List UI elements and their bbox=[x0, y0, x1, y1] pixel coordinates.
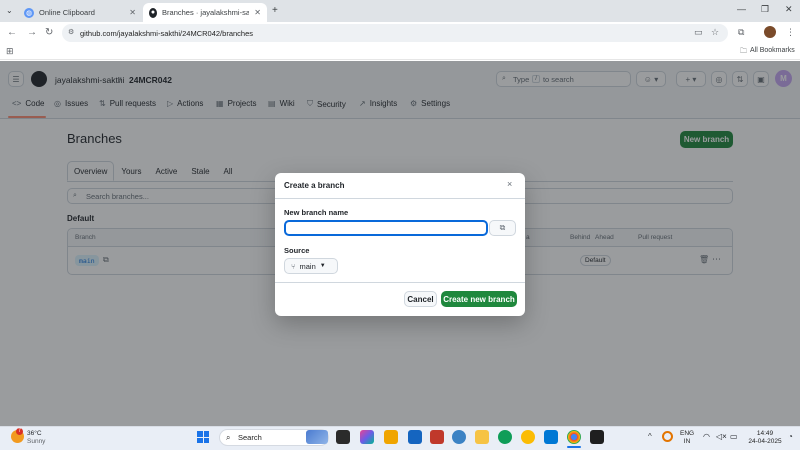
clock-time: 14:49 bbox=[756, 430, 774, 437]
mcafee-app-icon[interactable] bbox=[430, 430, 444, 444]
all-bookmarks-label: All Bookmarks bbox=[750, 47, 795, 54]
tab-title: Branches · jayalakshmi-sakthi/2· bbox=[162, 8, 250, 17]
notification-badge: 7 bbox=[16, 428, 23, 435]
mysql-app-icon[interactable] bbox=[408, 430, 422, 444]
bookmark-star-icon[interactable]: ☆ bbox=[711, 27, 719, 38]
copy-name-button[interactable]: ⧉ bbox=[489, 220, 516, 236]
site-info-icon[interactable]: ⚙ bbox=[68, 28, 74, 36]
create-new-branch-button[interactable]: Create new branch bbox=[441, 291, 517, 307]
browser-tab-online-clipboard[interactable]: ◍ Online Clipboard ✕ bbox=[18, 3, 142, 22]
search-icon: ⌕ bbox=[226, 433, 231, 442]
source-label: Source bbox=[284, 246, 310, 255]
source-branch-select[interactable]: ⑂ main ▼ bbox=[284, 258, 338, 274]
close-icon[interactable]: ✕ bbox=[129, 8, 136, 17]
copy-icon: ⧉ bbox=[499, 223, 506, 232]
minimize-icon[interactable]: — bbox=[737, 4, 746, 14]
taskbar-search-label: Search bbox=[238, 433, 262, 442]
forward-icon[interactable]: → bbox=[27, 27, 37, 38]
lang-primary: ENG bbox=[680, 430, 695, 437]
profile-avatar[interactable] bbox=[764, 26, 776, 38]
copilot-app-icon[interactable] bbox=[360, 430, 374, 444]
vscode-app-icon[interactable] bbox=[544, 430, 558, 444]
weather-temperature: 36°C bbox=[27, 430, 42, 437]
tray-overflow-icon[interactable]: ^ bbox=[648, 432, 652, 441]
extensions-icon[interactable]: ⧉ bbox=[738, 27, 744, 38]
branch-name-input[interactable] bbox=[284, 220, 488, 236]
chrome-app-icon[interactable] bbox=[567, 430, 581, 444]
github-icon: ● bbox=[149, 7, 158, 18]
more-menu-icon[interactable]: ⋮ bbox=[786, 27, 795, 38]
restore-icon[interactable]: ❐ bbox=[761, 4, 769, 15]
url-text: github.com/jayalakshmi-sakthi/24MCR042/b… bbox=[80, 28, 253, 38]
close-icon[interactable]: ✕ bbox=[254, 8, 261, 17]
python-app-icon[interactable] bbox=[452, 430, 466, 444]
lang-region: IN bbox=[683, 438, 691, 445]
weather-widget[interactable]: 36°C Sunny bbox=[27, 430, 45, 446]
cmd-app-icon[interactable] bbox=[590, 430, 604, 444]
chevron-down-icon: ▼ bbox=[319, 263, 326, 269]
file-explorer-app-icon[interactable] bbox=[384, 430, 398, 444]
window-close-icon[interactable]: ✕ bbox=[785, 4, 793, 15]
notification-bell-icon[interactable]: ◔ bbox=[788, 432, 793, 441]
photos-app-icon[interactable] bbox=[521, 430, 535, 444]
weather-condition: Sunny bbox=[27, 438, 46, 445]
language-indicator[interactable]: ENG IN bbox=[680, 430, 694, 446]
folder-app-icon[interactable] bbox=[475, 430, 489, 444]
cancel-button[interactable]: Cancel bbox=[404, 291, 437, 307]
all-bookmarks-folder[interactable]: 🗀 All Bookmarks bbox=[740, 47, 795, 58]
search-highlight-icon bbox=[306, 430, 328, 444]
browser-tab-branches[interactable]: ● Branches · jayalakshmi-sakthi/2· ✕ bbox=[143, 3, 267, 22]
close-icon[interactable]: × bbox=[507, 179, 512, 189]
branch-name-label: New branch name bbox=[284, 208, 349, 217]
battery-icon[interactable]: ▭ bbox=[730, 432, 738, 441]
branch-icon: ⑂ bbox=[291, 261, 296, 271]
volume-muted-icon[interactable]: ◁× bbox=[716, 432, 727, 441]
globe-icon: ◍ bbox=[24, 7, 34, 18]
terminal-app-icon[interactable] bbox=[336, 430, 350, 444]
dialog-footer-divider bbox=[275, 282, 525, 283]
bookmarks-bar bbox=[0, 44, 800, 60]
clock[interactable]: 14:49 24-04-2025 bbox=[744, 430, 786, 446]
dialog-header-divider bbox=[275, 198, 525, 199]
edge-app-icon[interactable] bbox=[498, 430, 512, 444]
tab-title: Online Clipboard bbox=[39, 8, 95, 17]
windows-start-icon[interactable] bbox=[197, 431, 209, 443]
source-branch-value: main bbox=[299, 261, 316, 271]
wifi-icon[interactable]: ◠ bbox=[703, 432, 710, 441]
dialog-title: Create a branch bbox=[284, 181, 345, 190]
apps-grid-icon[interactable]: ⊞ bbox=[6, 46, 14, 57]
tray-app-icon[interactable] bbox=[662, 431, 673, 442]
new-tab-icon[interactable]: + bbox=[272, 5, 278, 16]
install-app-icon[interactable]: ▭ bbox=[694, 27, 703, 38]
tab-search-icon[interactable]: ⌄ bbox=[6, 6, 13, 15]
address-bar[interactable]: ⚙ github.com/jayalakshmi-sakthi/24MCR042… bbox=[62, 24, 728, 42]
clock-date: 24-04-2025 bbox=[748, 438, 782, 445]
reload-icon[interactable]: ↻ bbox=[45, 27, 53, 38]
chrome-active-indicator bbox=[567, 446, 581, 448]
back-icon[interactable]: ← bbox=[7, 27, 17, 38]
folder-icon: 🗀 bbox=[740, 48, 747, 55]
